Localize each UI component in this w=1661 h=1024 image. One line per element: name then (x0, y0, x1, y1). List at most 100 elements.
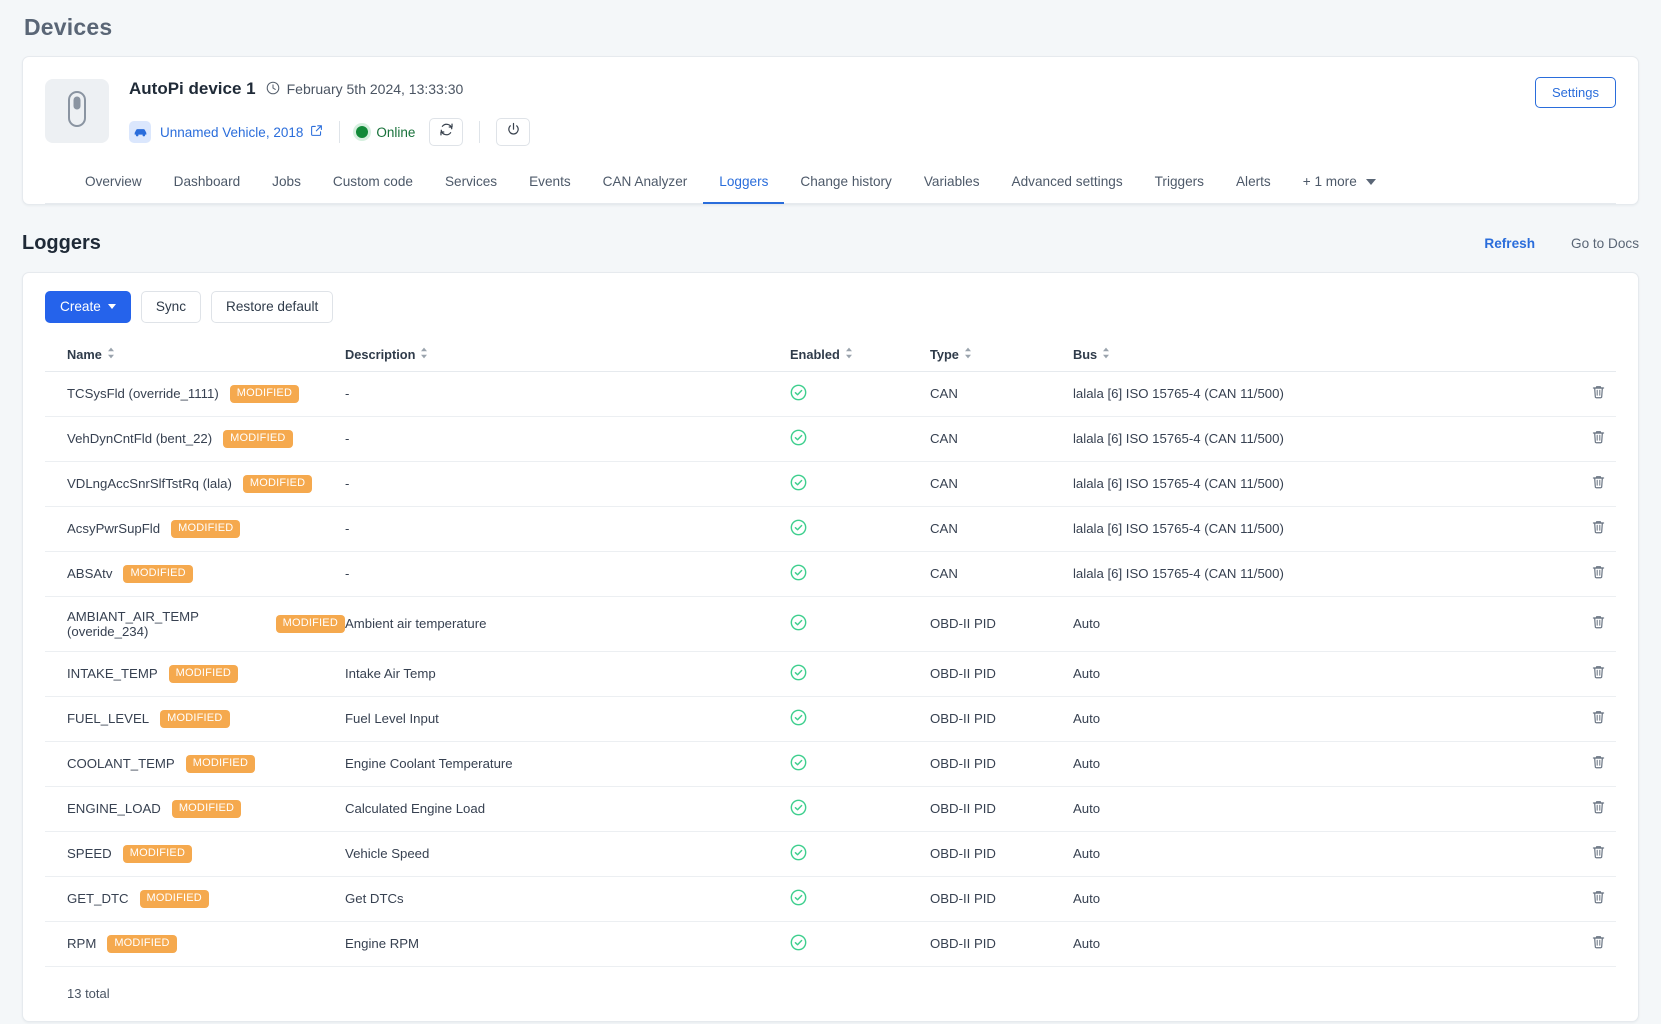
page-title: Devices (24, 14, 113, 40)
tab-events[interactable]: Events (513, 165, 587, 204)
device-card: AutoPi device 1 February 5th 2024, 13:33… (22, 56, 1639, 205)
delete-row-button[interactable] (1591, 799, 1606, 818)
tab-can-analyzer[interactable]: CAN Analyzer (587, 165, 704, 204)
cell-actions (1556, 651, 1616, 697)
column-header-enabled[interactable]: Enabled (790, 340, 930, 372)
refresh-button[interactable] (429, 118, 464, 146)
tabs-more-button[interactable]: + 1 more (1287, 165, 1392, 204)
tab-dashboard[interactable]: Dashboard (158, 165, 257, 204)
go-to-docs-link[interactable]: Go to Docs (1571, 236, 1639, 251)
cell-enabled (790, 596, 930, 652)
status-badge: MODIFIED (275, 614, 345, 633)
logger-name: GET_DTC (67, 891, 129, 907)
status-badge: MODIFIED (139, 889, 209, 908)
cell-enabled (790, 786, 930, 832)
chevron-down-icon (107, 304, 116, 310)
cell-name: GET_DTC MODIFIED (45, 876, 345, 922)
trash-icon (1591, 844, 1606, 863)
vehicle-chip[interactable]: Unnamed Vehicle, 2018 (129, 121, 323, 143)
delete-row-button[interactable] (1591, 754, 1606, 773)
divider (339, 121, 341, 143)
table-row[interactable]: RPM MODIFIED Engine RPM OBD-II PID Auto (45, 921, 1616, 967)
sync-button[interactable]: Sync (140, 291, 202, 323)
column-header-bus[interactable]: Bus (1073, 340, 1556, 372)
cell-enabled (790, 651, 930, 697)
column-header-type[interactable]: Type (930, 340, 1073, 372)
cell-name: AcsyPwrSupFld MODIFIED (45, 506, 345, 552)
loggers-table: Name Description Enabled Type Bus TCSysF… (45, 340, 1616, 967)
cell-name: FUEL_LEVEL MODIFIED (45, 696, 345, 742)
delete-row-button[interactable] (1591, 564, 1606, 583)
cell-actions (1556, 551, 1616, 597)
delete-row-button[interactable] (1591, 889, 1606, 908)
check-circle-icon (790, 844, 807, 864)
cell-description: Engine Coolant Temperature (345, 741, 790, 787)
tab-jobs[interactable]: Jobs (256, 165, 317, 204)
table-row[interactable]: ENGINE_LOAD MODIFIED Calculated Engine Loa… (45, 786, 1616, 832)
tab-variables[interactable]: Variables (908, 165, 996, 204)
device-name: AutoPi device 1 (129, 79, 256, 98)
trash-icon (1591, 889, 1606, 908)
cell-bus: lalala [6] ISO 15765-4 (CAN 11/500) (1073, 551, 1556, 597)
tab-advanced-settings[interactable]: Advanced settings (996, 165, 1139, 204)
delete-row-button[interactable] (1591, 709, 1606, 728)
power-button[interactable] (496, 118, 531, 146)
table-row[interactable]: AcsyPwrSupFld MODIFIED - CAN lalala [6] ISO … (45, 506, 1616, 552)
device-header: AutoPi device 1 February 5th 2024, 13:33… (23, 57, 1638, 147)
cell-bus: Auto (1073, 651, 1556, 697)
status-badge: MODIFIED (223, 429, 293, 448)
tab-loggers[interactable]: Loggers (703, 165, 785, 204)
cell-enabled (790, 461, 930, 507)
tab-change-history[interactable]: Change history (784, 165, 907, 204)
table-row[interactable]: AMBIANT_AIR_TEMP (overide_234) MODIFIED Am… (45, 596, 1616, 652)
app-page: Devices AutoPi device 1 February 5th 202… (0, 0, 1661, 1024)
create-button[interactable]: Create (45, 291, 131, 323)
status-dot-icon (356, 126, 369, 138)
table-row[interactable]: VehDynCntFld (bent_22) MODIFIED - CAN lalala… (45, 416, 1616, 462)
vehicle-link-label: Unnamed Vehicle, 2018 (160, 124, 304, 140)
delete-row-button[interactable] (1591, 429, 1606, 448)
cell-bus: Auto (1073, 921, 1556, 967)
settings-button[interactable]: Settings (1535, 77, 1616, 108)
cell-enabled (790, 506, 930, 552)
clock-icon (266, 81, 280, 98)
table-row[interactable]: TCSysFld (override_1111) MODIFIED - CAN lala… (45, 371, 1616, 417)
cell-actions (1556, 371, 1616, 417)
cell-bus: Auto (1073, 741, 1556, 787)
tab-triggers[interactable]: Triggers (1139, 165, 1220, 204)
delete-row-button[interactable] (1591, 474, 1606, 493)
cell-actions (1556, 786, 1616, 832)
delete-row-button[interactable] (1591, 664, 1606, 683)
tab-custom-code[interactable]: Custom code (317, 165, 429, 204)
tab-services[interactable]: Services (429, 165, 513, 204)
delete-row-button[interactable] (1591, 844, 1606, 863)
cell-type: CAN (930, 371, 1073, 417)
cell-actions (1556, 461, 1616, 507)
status-badge: MODIFIED (185, 754, 256, 773)
delete-row-button[interactable] (1591, 519, 1606, 538)
tab-alerts[interactable]: Alerts (1220, 165, 1287, 204)
table-row[interactable]: GET_DTC MODIFIED Get DTCs OBD-II PID Auto (45, 876, 1616, 922)
table-row[interactable]: ABSAtv MODIFIED - CAN lalala [6] ISO 15765-4… (45, 551, 1616, 597)
logger-name: ENGINE_LOAD (67, 801, 161, 817)
cell-actions (1556, 741, 1616, 787)
delete-row-button[interactable] (1591, 614, 1606, 633)
tab-overview[interactable]: Overview (69, 165, 158, 204)
table-row[interactable]: VDLngAccSnrSlfTstRq (lala) MODIFIED - CAN la… (45, 461, 1616, 507)
table-row[interactable]: FUEL_LEVEL MODIFIED Fuel Level Input OBD-II… (45, 696, 1616, 742)
refresh-link[interactable]: Refresh (1484, 236, 1535, 251)
cell-name: INTAKE_TEMP MODIFIED (45, 651, 345, 697)
delete-row-button[interactable] (1591, 934, 1606, 953)
table-row[interactable]: COOLANT_TEMP MODIFIED Engine Coolant Tempe… (45, 741, 1616, 787)
table-row[interactable]: INTAKE_TEMP MODIFIED Intake Air Temp OBD-II… (45, 651, 1616, 697)
trash-icon (1591, 429, 1606, 448)
restore-default-button[interactable]: Restore default (211, 291, 334, 323)
delete-row-button[interactable] (1591, 384, 1606, 403)
table-row[interactable]: SPEED MODIFIED Vehicle Speed OBD-II PID Auto (45, 831, 1616, 877)
column-header-description[interactable]: Description (345, 340, 790, 372)
cell-description: Vehicle Speed (345, 831, 790, 877)
cell-bus: Auto (1073, 596, 1556, 652)
column-header-name[interactable]: Name (45, 340, 345, 372)
cell-type: OBD-II PID (930, 696, 1073, 742)
vehicle-link[interactable]: Unnamed Vehicle, 2018 (160, 124, 323, 140)
